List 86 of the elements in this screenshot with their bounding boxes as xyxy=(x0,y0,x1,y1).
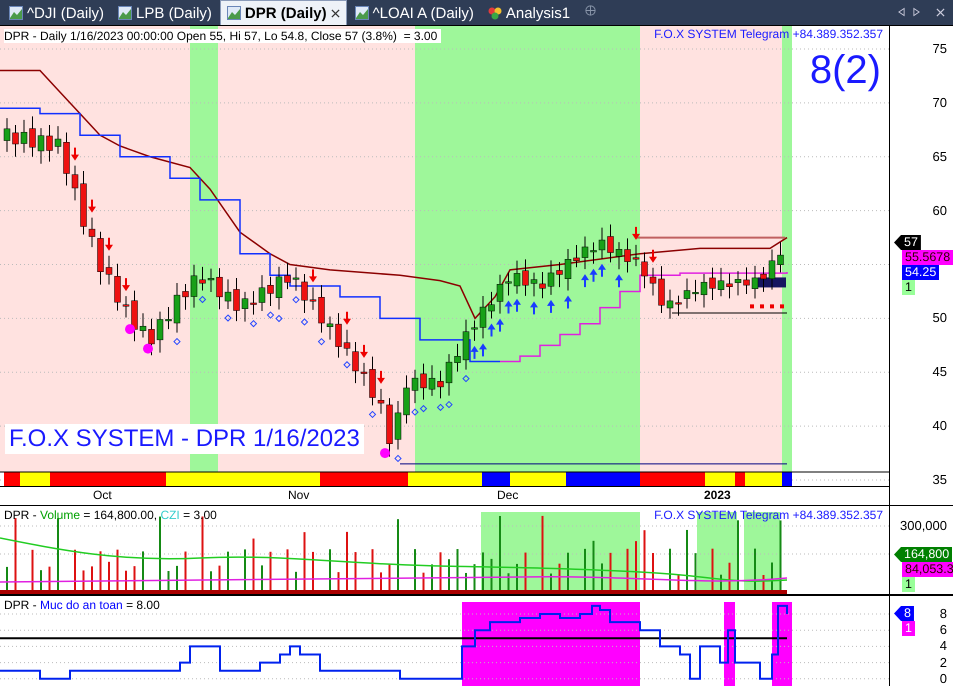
price-tag: 1 xyxy=(902,280,915,295)
chart-tab[interactable]: Analysis1 xyxy=(482,1,576,25)
stop-marker xyxy=(760,304,764,308)
buy-arrow xyxy=(530,301,538,314)
diamond-marker xyxy=(300,318,308,326)
date-label: 2023 xyxy=(704,488,731,502)
diamond-marker xyxy=(292,296,300,304)
sell-arrow xyxy=(88,200,96,213)
signal-dot xyxy=(380,448,390,458)
sell-arrow xyxy=(71,148,79,161)
stop-marker xyxy=(770,304,774,308)
safety-tag: 8 xyxy=(894,606,914,621)
price-tag: 55.5678 xyxy=(902,250,953,265)
sell-arrow xyxy=(632,226,640,240)
price-tag: 57 xyxy=(894,235,921,250)
contact-text: F.O.X SYSTEM Telegram +84.389.352.357 xyxy=(654,27,883,41)
volume-tag: 1 xyxy=(902,577,915,592)
diamond-marker xyxy=(368,410,376,418)
chart-tab[interactable]: ^DJI (Daily) xyxy=(3,1,110,25)
date-label: Oct xyxy=(93,488,112,502)
diamond-marker xyxy=(462,374,470,382)
add-tab-icon[interactable] xyxy=(584,4,598,17)
axis-label: 65 xyxy=(932,148,947,164)
chart-icon xyxy=(9,6,23,20)
scroll-left-icon[interactable] xyxy=(898,7,905,17)
volume-tag: 84,053.3 xyxy=(902,562,953,577)
date-label: Dec xyxy=(497,488,518,502)
volume-tag: 164,800 xyxy=(894,547,952,562)
header-text: Muc do an toan xyxy=(40,598,123,612)
sell-arrow xyxy=(343,312,351,325)
chart-icon xyxy=(118,6,132,20)
stop-marker xyxy=(750,304,754,308)
buy-arrow xyxy=(564,295,572,308)
diamond-marker xyxy=(394,454,402,462)
axis-label: 300,000 xyxy=(900,518,947,533)
header-text: DPR - xyxy=(4,508,38,522)
sell-arrow xyxy=(105,238,113,251)
chart-title: F.O.X SYSTEM - DPR 1/16/2023 xyxy=(5,424,364,454)
diamond-marker xyxy=(343,361,351,368)
axis-label: 2 xyxy=(940,654,947,670)
signal-dot xyxy=(125,324,135,334)
price-tag: 54.25 xyxy=(902,265,940,280)
axis-label: 50 xyxy=(932,310,947,326)
sell-arrow xyxy=(649,250,657,263)
sell-arrow xyxy=(122,278,130,292)
header-text: DPR - xyxy=(4,598,38,612)
buy-arrow xyxy=(547,300,555,313)
diamond-marker xyxy=(224,314,232,322)
stop-marker xyxy=(780,304,784,308)
diamond-marker xyxy=(250,320,258,328)
sell-arrow xyxy=(309,269,317,282)
header-text: Volume xyxy=(40,508,80,522)
signal-dot xyxy=(143,344,153,354)
contact-text: F.O.X SYSTEM Telegram +84.389.352.357 xyxy=(654,508,883,522)
chart-header: DPR - Daily 1/16/2023 00:00:00 Open 55, Hi 57, Lo 54.8, Close 57 (3.8%) = 3.00 xyxy=(4,29,442,43)
signal-label: 8(2) xyxy=(810,48,881,93)
chart-tab[interactable]: DPR (Daily) xyxy=(220,0,347,25)
header-text: CZI xyxy=(160,508,180,522)
axis-label: 0 xyxy=(940,670,947,686)
axis-label: 60 xyxy=(932,202,947,218)
analysis-icon xyxy=(488,6,502,20)
header-text: = 3.00 xyxy=(182,508,217,522)
buy-arrow xyxy=(615,274,623,288)
diamond-marker xyxy=(173,338,181,346)
sell-arrow xyxy=(377,370,385,384)
sell-arrow xyxy=(360,344,368,358)
axis-label: 8 xyxy=(940,606,947,621)
date-label: Nov xyxy=(288,488,310,502)
axis-label: 6 xyxy=(940,622,947,638)
axis-label: 75 xyxy=(932,41,947,56)
chart-icon xyxy=(226,6,241,20)
axis-label: 40 xyxy=(932,418,947,434)
axis-label: 45 xyxy=(932,364,947,380)
chart-icon xyxy=(354,6,369,20)
axis-label: 70 xyxy=(932,94,947,110)
diamond-marker xyxy=(198,296,206,304)
axis-label: 4 xyxy=(940,638,947,654)
chart-tab[interactable]: ^LOAI A (Daily) xyxy=(348,1,480,25)
axis-label: 35 xyxy=(932,472,947,487)
chart-tab[interactable]: LPB (Daily) xyxy=(112,1,218,25)
safety-tag: 1 xyxy=(902,621,915,636)
diamond-marker xyxy=(318,338,326,346)
scroll-right-icon[interactable] xyxy=(913,7,920,17)
header-text: = 8.00 xyxy=(125,598,160,612)
close-icon[interactable] xyxy=(330,8,340,18)
header-text: = 164,800.00, xyxy=(82,508,158,522)
